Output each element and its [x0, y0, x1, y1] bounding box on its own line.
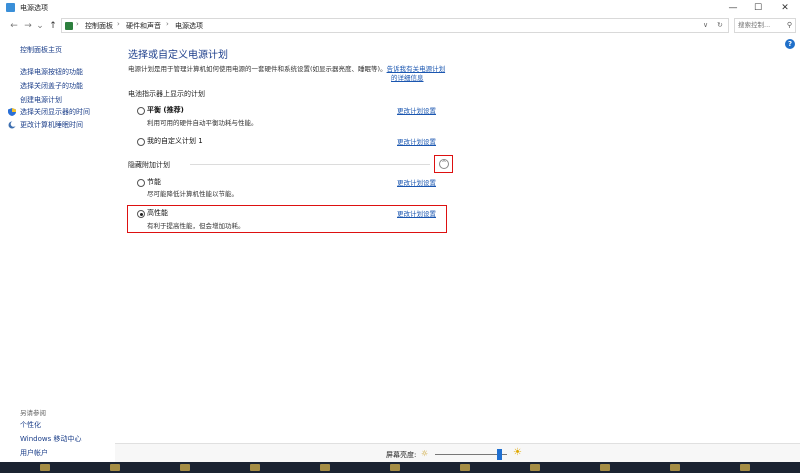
breadcrumb-separator: › — [76, 20, 79, 28]
collapse-button[interactable]: ^ — [434, 155, 453, 173]
sidebar-item-control-panel-home[interactable]: 控制面板主页 — [20, 45, 62, 55]
plan-radio-balanced[interactable] — [137, 107, 145, 115]
plan-name-high-performance[interactable]: 高性能 — [147, 208, 168, 218]
main-content: 选择或自定义电源计划 电源计划是用于管理计算机如何使用电源的一套硬件和系统设置(… — [115, 36, 785, 461]
control-panel-icon — [65, 22, 73, 30]
change-plan-settings-high-performance[interactable]: 更改计划设置 — [397, 208, 436, 218]
description-text: 电源计划是用于管理计算机如何使用电源的一套硬件和系统设置(如显示器亮度、睡眠等)… — [128, 65, 387, 73]
search-input[interactable] — [738, 21, 782, 29]
sidebar-item-mobility-center[interactable]: Windows 移动中心 — [20, 434, 81, 444]
taskbar-item[interactable] — [250, 464, 260, 471]
taskbar-item[interactable] — [600, 464, 610, 471]
dim-sun-icon: ☼ — [421, 449, 429, 458]
recent-locations-icon[interactable]: ⌄ — [34, 20, 46, 32]
page-title: 选择或自定义电源计划 — [128, 50, 228, 61]
plan-desc-balanced: 利用可用的硬件自动平衡功耗与性能。 — [147, 119, 258, 127]
plan-radio-custom[interactable] — [137, 138, 145, 146]
plan-radio-high-performance[interactable] — [137, 210, 145, 218]
taskbar-item[interactable] — [40, 464, 50, 471]
close-button[interactable]: ✕ — [772, 0, 798, 16]
brightness-bar: 屏幕亮度: ☼ ☀ — [115, 443, 800, 463]
forward-arrow-icon[interactable]: → — [22, 20, 34, 32]
moon-icon — [8, 121, 16, 129]
change-plan-settings-balanced[interactable]: 更改计划设置 — [397, 105, 436, 115]
breadcrumb-separator[interactable]: › — [117, 20, 120, 28]
maximize-button[interactable]: ☐ — [745, 0, 771, 16]
learn-more-link-continued[interactable]: 的详细信息 — [391, 72, 424, 82]
sidebar-item-personalization[interactable]: 个性化 — [20, 420, 41, 430]
breadcrumb-power-options[interactable]: 电源选项 — [175, 21, 203, 31]
taskbar — [0, 462, 800, 473]
refresh-icon[interactable]: ↻ — [717, 21, 723, 29]
bright-sun-icon: ☀ — [513, 447, 522, 458]
change-plan-settings-custom[interactable]: 更改计划设置 — [397, 136, 436, 146]
brightness-label: 屏幕亮度: — [386, 451, 417, 459]
hidden-plans-header[interactable]: 隐藏附加计划 — [128, 160, 170, 170]
minimize-button[interactable]: — — [720, 0, 746, 16]
back-arrow-icon[interactable]: ← — [8, 20, 20, 32]
window-title: 电源选项 — [20, 4, 48, 12]
plan-desc-high-performance: 有利于提高性能，但会增加功耗。 — [147, 222, 245, 230]
address-bar[interactable]: › 控制面板 › 硬件和声音 › 电源选项 ∨ ↻ — [61, 18, 729, 33]
taskbar-item[interactable] — [320, 464, 330, 471]
group-divider — [190, 164, 430, 165]
brightness-slider-track[interactable] — [435, 454, 507, 455]
sidebar: 控制面板主页 选择电源按钮的功能 选择关闭盖子的功能 创建电源计划 选择关闭显示… — [0, 36, 115, 461]
breadcrumb-control-panel[interactable]: 控制面板 — [85, 21, 113, 31]
help-icon[interactable]: ? — [785, 39, 795, 49]
change-plan-settings-power-saver[interactable]: 更改计划设置 — [397, 177, 436, 187]
plan-name-balanced[interactable]: 平衡 (推荐) — [147, 105, 184, 115]
breadcrumb-hardware-sound[interactable]: 硬件和声音 — [126, 21, 161, 31]
see-also-title: 另请参阅 — [20, 409, 46, 417]
search-icon[interactable]: ⚲ — [787, 21, 792, 29]
address-dropdown-icon[interactable]: ∨ — [703, 21, 708, 29]
taskbar-item[interactable] — [110, 464, 120, 471]
breadcrumb-separator[interactable]: › — [166, 20, 169, 28]
plan-name-custom[interactable]: 我的自定义计划 1 — [147, 136, 203, 146]
taskbar-item[interactable] — [460, 464, 470, 471]
sidebar-item-sleep-time[interactable]: 更改计算机睡眠时间 — [20, 120, 83, 130]
sidebar-item-power-button[interactable]: 选择电源按钮的功能 — [20, 67, 83, 77]
taskbar-item[interactable] — [530, 464, 540, 471]
brightness-slider-thumb[interactable] — [497, 449, 503, 460]
plan-name-power-saver[interactable]: 节能 — [147, 177, 161, 187]
up-arrow-icon[interactable]: ↑ — [47, 20, 59, 32]
chevron-up-icon: ^ — [439, 159, 449, 169]
search-box[interactable]: ⚲ — [734, 18, 796, 33]
shield-icon — [8, 108, 16, 116]
taskbar-item[interactable] — [670, 464, 680, 471]
sidebar-item-user-accounts[interactable]: 用户帐户 — [20, 448, 48, 458]
battery-plans-header: 电池指示器上显示的计划 — [128, 90, 205, 98]
sidebar-item-display-off[interactable]: 选择关闭显示器的时间 — [20, 107, 90, 117]
power-options-icon — [6, 3, 15, 12]
taskbar-item[interactable] — [390, 464, 400, 471]
title-bar: 电源选项 — ☐ ✕ — [0, 0, 800, 16]
taskbar-item[interactable] — [180, 464, 190, 471]
taskbar-item[interactable] — [740, 464, 750, 471]
sidebar-item-create-plan[interactable]: 创建电源计划 — [20, 95, 62, 105]
plan-radio-power-saver[interactable] — [137, 179, 145, 187]
plan-desc-power-saver: 尽可能降低计算机性能以节能。 — [147, 190, 238, 198]
sidebar-item-lid-close[interactable]: 选择关闭盖子的功能 — [20, 81, 83, 91]
